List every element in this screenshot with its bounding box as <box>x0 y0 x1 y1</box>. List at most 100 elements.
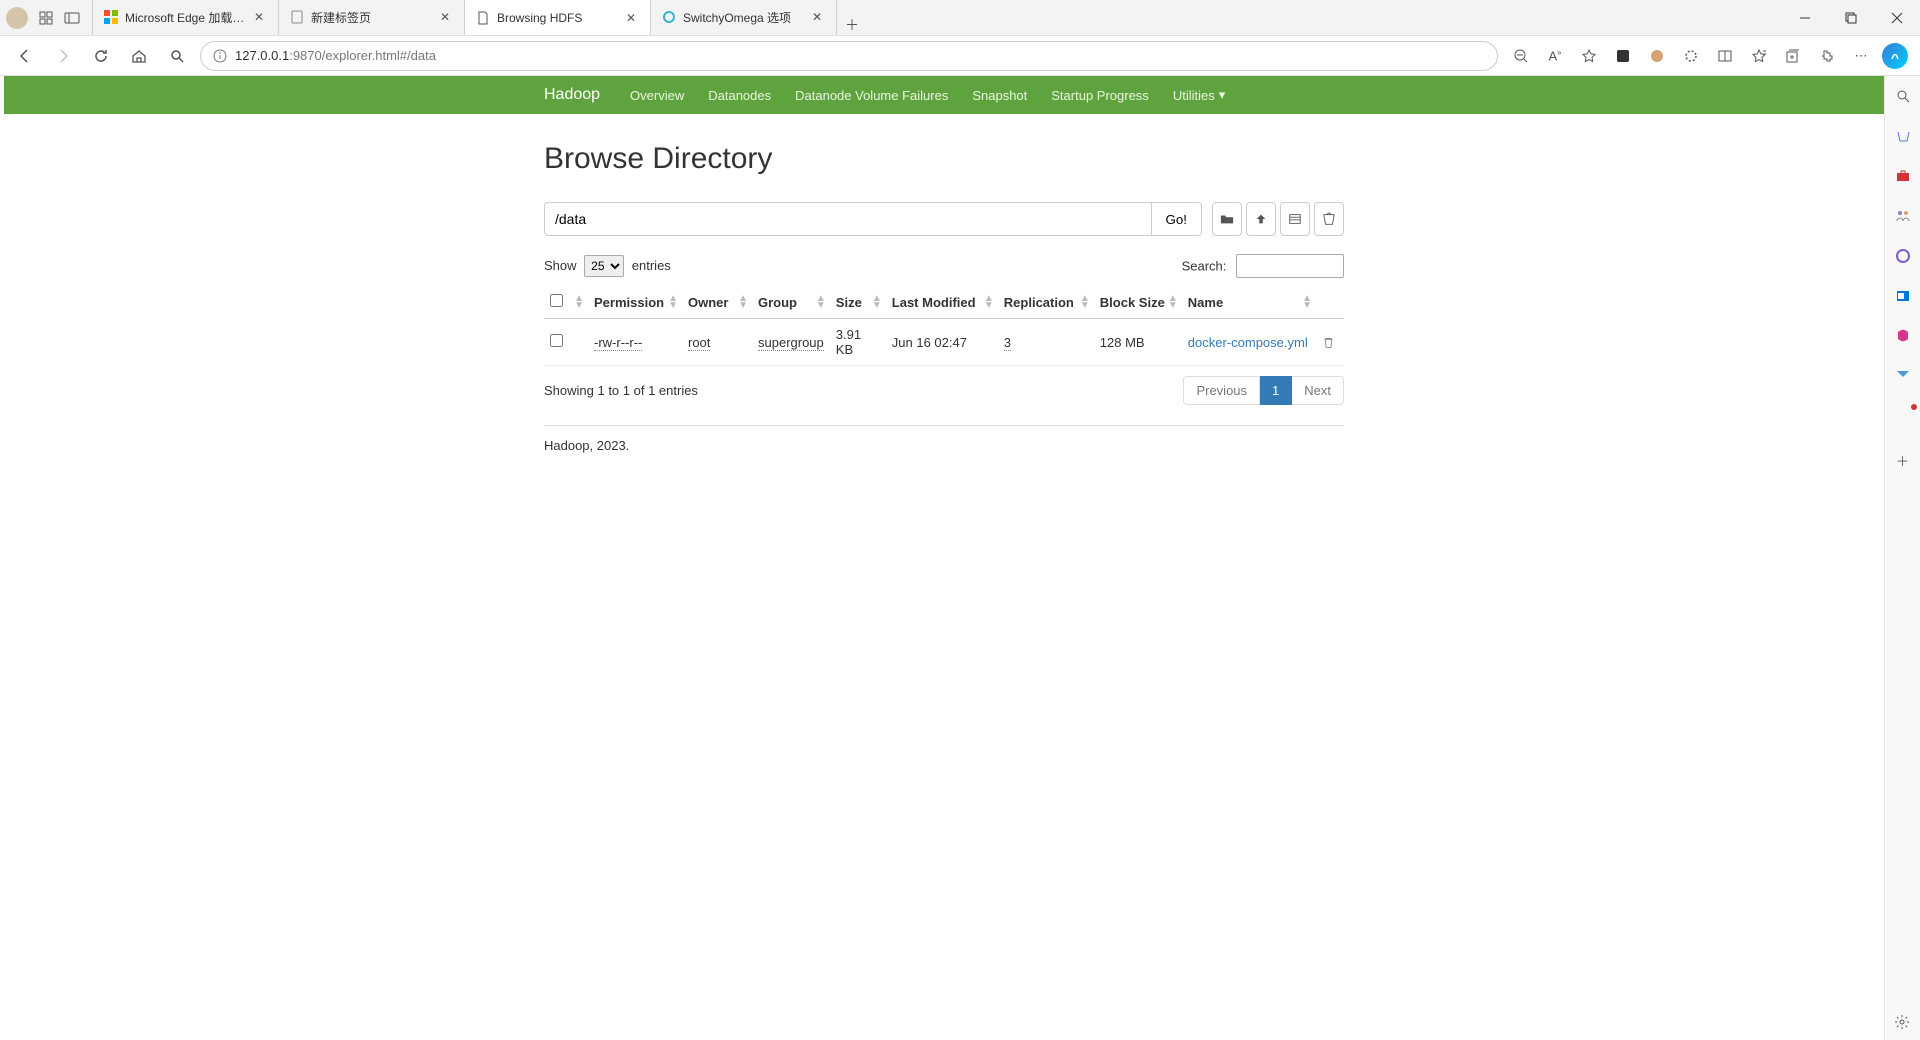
main-content: Browse Directory Go! Show 25 entries <box>544 142 1344 483</box>
tab-title: SwitchyOmega 选项 <box>683 9 806 26</box>
games-icon[interactable] <box>1893 326 1913 346</box>
entries-control: Show 25 entries <box>544 255 671 277</box>
site-info-icon[interactable] <box>213 49 227 63</box>
notification-icon[interactable] <box>1893 406 1913 426</box>
page-1-button[interactable]: 1 <box>1260 376 1292 405</box>
tab-switchyomega[interactable]: SwitchyOmega 选项 ✕ <box>651 0 837 35</box>
trash-button[interactable] <box>1314 202 1344 236</box>
sort-icon[interactable]: ▲▼ <box>984 295 994 309</box>
people-icon[interactable] <box>1893 206 1913 226</box>
nav-snapshot[interactable]: Snapshot <box>960 76 1039 114</box>
go-button[interactable]: Go! <box>1151 202 1202 236</box>
sort-icon[interactable]: ▲▼ <box>668 295 678 309</box>
parent-dir-button[interactable] <box>1246 202 1276 236</box>
search-button[interactable] <box>162 41 192 71</box>
nav-datanodes[interactable]: Datanodes <box>696 76 783 114</box>
page-viewport: Hadoop Overview Datanodes Datanode Volum… <box>4 76 1884 1040</box>
drop-icon[interactable] <box>1893 366 1913 386</box>
ms-favicon <box>103 9 119 25</box>
sort-icon[interactable]: ▲▼ <box>1168 295 1178 309</box>
collections-icon[interactable] <box>1778 41 1808 71</box>
sort-icon[interactable]: ▲▼ <box>574 295 584 309</box>
outlook-icon[interactable] <box>1893 286 1913 306</box>
tab-title: Microsoft Edge 加载项 - Switchy <box>125 9 248 26</box>
search-control: Search: <box>1182 254 1344 278</box>
filename-link[interactable]: docker-compose.yml <box>1188 335 1308 350</box>
file-table: ▲▼ Permission▲▼ Owner▲▼ Group▲▼ Size▲▼ L… <box>544 286 1344 366</box>
browser-toolbar: 127.0.0.1:9870/explorer.html#/data A» ⋯ <box>0 36 1920 76</box>
plus-icon[interactable]: ＋ <box>1893 450 1913 470</box>
entries-select[interactable]: 25 <box>584 255 624 277</box>
settings-gear-icon[interactable] <box>1890 1010 1914 1034</box>
read-aloud-icon[interactable]: A» <box>1540 41 1570 71</box>
sort-icon[interactable]: ▲▼ <box>738 295 748 309</box>
tab-edge-addons[interactable]: Microsoft Edge 加载项 - Switchy ✕ <box>93 0 279 35</box>
window-controls <box>1782 0 1920 35</box>
copilot-button[interactable] <box>1880 41 1910 71</box>
page-title: Browse Directory <box>544 142 1344 176</box>
sort-icon[interactable]: ▲▼ <box>816 295 826 309</box>
maximize-button[interactable] <box>1828 0 1874 36</box>
pagination: Previous 1 Next <box>1183 376 1344 405</box>
size-text: 3.91 KB <box>836 327 861 357</box>
next-button[interactable]: Next <box>1292 376 1344 405</box>
close-window-button[interactable] <box>1874 0 1920 36</box>
open-folder-button[interactable] <box>1212 202 1242 236</box>
close-icon[interactable]: ✕ <box>626 11 640 25</box>
ext-switchy-icon[interactable] <box>1676 41 1706 71</box>
sort-icon[interactable]: ▲▼ <box>1302 295 1312 309</box>
office-icon[interactable] <box>1893 246 1913 266</box>
delete-icon[interactable] <box>1322 336 1338 349</box>
sort-icon[interactable]: ▲▼ <box>872 295 882 309</box>
home-button[interactable] <box>124 41 154 71</box>
replication-link[interactable]: 3 <box>1004 335 1011 351</box>
ext-ublock-icon[interactable] <box>1608 41 1638 71</box>
address-bar[interactable]: 127.0.0.1:9870/explorer.html#/data <box>200 41 1498 71</box>
tab-strip: Microsoft Edge 加载项 - Switchy ✕ 新建标签页 ✕ B… <box>92 0 1782 35</box>
sort-icon[interactable]: ▲▼ <box>1080 295 1090 309</box>
tools-icon[interactable] <box>1893 166 1913 186</box>
menu-icon[interactable]: ⋯ <box>1846 41 1876 71</box>
close-icon[interactable]: ✕ <box>440 10 454 24</box>
table-row: -rw-r--r-- root supergroup 3.91 KB Jun 1… <box>544 319 1344 366</box>
path-input[interactable] <box>544 202 1151 236</box>
tab-new[interactable]: 新建标签页 ✕ <box>279 0 465 35</box>
favorite-icon[interactable] <box>1574 41 1604 71</box>
caret-down-icon: ▾ <box>1219 87 1226 103</box>
split-screen-icon[interactable] <box>1710 41 1740 71</box>
close-icon[interactable]: ✕ <box>254 10 268 24</box>
select-all-checkbox[interactable] <box>550 294 563 307</box>
new-folder-button[interactable] <box>1280 202 1310 236</box>
profile-avatar[interactable] <box>6 7 28 29</box>
workspaces-icon[interactable] <box>38 10 54 26</box>
row-checkbox[interactable] <box>550 334 563 347</box>
extensions-icon[interactable] <box>1812 41 1842 71</box>
new-tab-button[interactable]: ＋ <box>837 15 867 35</box>
nav-startup-progress[interactable]: Startup Progress <box>1039 76 1161 114</box>
search-input[interactable] <box>1236 254 1344 278</box>
permission-link[interactable]: -rw-r--r-- <box>594 335 642 351</box>
close-icon[interactable]: ✕ <box>812 10 826 24</box>
nav-volume-failures[interactable]: Datanode Volume Failures <box>783 76 960 114</box>
favorites-list-icon[interactable] <box>1744 41 1774 71</box>
page-favicon <box>475 10 491 26</box>
nav-overview[interactable]: Overview <box>618 76 696 114</box>
search-icon[interactable] <box>1893 86 1913 106</box>
ext-tampermonkey-icon[interactable] <box>1642 41 1672 71</box>
owner-link[interactable]: root <box>688 335 710 351</box>
zoom-icon[interactable] <box>1506 41 1536 71</box>
tab-hdfs[interactable]: Browsing HDFS ✕ <box>465 0 651 35</box>
refresh-button[interactable] <box>86 41 116 71</box>
minimize-button[interactable] <box>1782 0 1828 36</box>
tab-actions-icon[interactable] <box>64 10 80 26</box>
blocksize-text: 128 MB <box>1100 335 1145 350</box>
tab-title: Browsing HDFS <box>497 11 620 25</box>
back-button[interactable] <box>10 41 40 71</box>
prev-button[interactable]: Previous <box>1183 376 1260 405</box>
group-link[interactable]: supergroup <box>758 335 824 351</box>
edge-sidebar: ＋ <box>1884 76 1920 1040</box>
nav-utilities[interactable]: Utilities▾ <box>1161 76 1237 114</box>
brand-link[interactable]: Hadoop <box>544 86 600 104</box>
tab-title: 新建标签页 <box>311 9 434 26</box>
shopping-icon[interactable] <box>1893 126 1913 146</box>
